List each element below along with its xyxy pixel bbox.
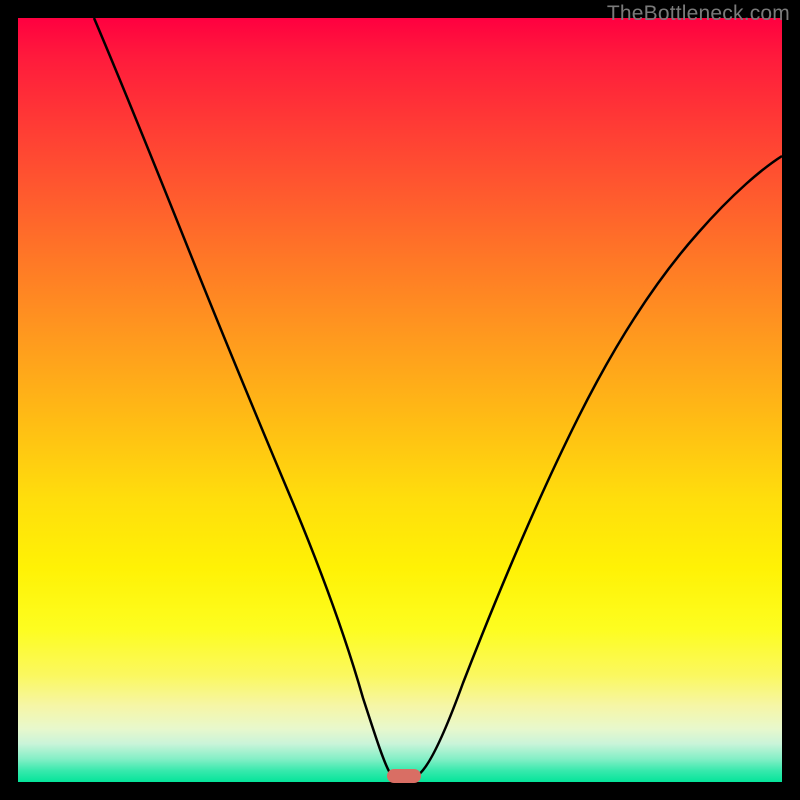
watermark-text: TheBottleneck.com: [607, 2, 790, 26]
curve-path: [94, 18, 782, 775]
bottleneck-curve: [18, 18, 782, 782]
chart-stage: TheBottleneck.com: [0, 0, 800, 800]
plot-area: [18, 18, 782, 782]
optimal-point-marker: [387, 769, 421, 783]
